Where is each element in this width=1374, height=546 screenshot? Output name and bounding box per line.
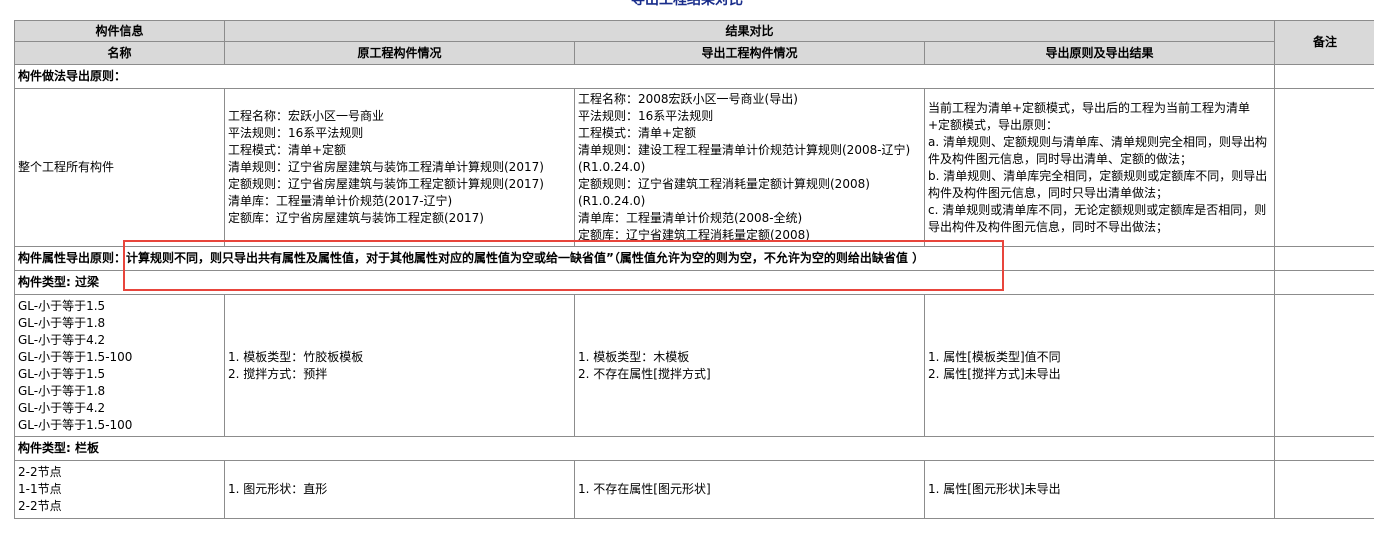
remark-cell [1274, 246, 1374, 271]
text-line: b. 清单规则、清单库完全相同，定额规则或定额库不同，则导出构件及构件图元信息，… [928, 168, 1268, 200]
remark-cell [1274, 460, 1374, 519]
text-line: 1. 图元形状：直形 [228, 482, 328, 496]
text-line: 工程模式：清单+定额 [228, 143, 347, 157]
text-line: 定额规则：辽宁省建筑工程消耗量定额计算规则(2008)(R1.0.24.0) [578, 177, 870, 208]
text-line: c. 清单规则或清单库不同，无论定额规则或定额库是否相同，则导出构件及构件图元信… [928, 202, 1267, 234]
text-line: 工程模式：清单+定额 [578, 126, 697, 140]
text-line: 定额库：辽宁省建筑工程消耗量定额(2008) [578, 228, 810, 242]
text-line: 当前工程为清单+定额模式，导出后的工程为当前工程为清单+定额模式，导出原则： [928, 100, 1251, 132]
text-line: 清单规则：辽宁省房屋建筑与装饰工程清单计算规则(2017) [228, 160, 544, 174]
section-title-lintel: 构件类型: 过梁 [13, 270, 1276, 295]
component-name: 2-2节点 [18, 499, 62, 513]
text-line: 1. 不存在属性[图元形状] [578, 482, 711, 496]
principle-cell: 1. 属性[模板类型]值不同 2. 属性[搅拌方式]未导出 [923, 294, 1276, 437]
component-name: GL-小于等于1.8 [18, 383, 106, 398]
text-line: 2. 属性[搅拌方式]未导出 [928, 366, 1061, 381]
section-row: 构件属性导出原则：计算规则不同，则只导出共有属性及属性值，对于其他属性对应的属性… [13, 246, 1374, 271]
section-title-method: 构件做法导出原则： [13, 64, 1276, 89]
table-row: 2-2节点 1-1节点 2-2节点 1. 图元形状：直形 1. 不存在属性[图元… [14, 460, 1374, 519]
text-line: 1. 模板类型：木模板 [578, 349, 690, 364]
text-line: 定额规则：辽宁省房屋建筑与装饰工程定额计算规则(2017) [228, 177, 544, 191]
component-name: GL-小于等于1.5 [18, 366, 106, 381]
header-remark: 备注 [1274, 20, 1374, 65]
report-title: 导出工程结果对比 [631, 0, 743, 8]
text-line: 清单库：工程量清单计价规范(2008-全统) [578, 211, 803, 225]
remark-cell [1274, 270, 1374, 295]
attribute-principle: 构件属性导出原则：计算规则不同，则只导出共有属性及属性值，对于其他属性对应的属性… [13, 246, 1276, 271]
table-row: 整个工程所有构件 工程名称：宏跃小区一号商业 平法规则：16系平法规则 工程模式… [14, 88, 1374, 247]
header-original: 原工程构件情况 [224, 41, 575, 65]
text-line: 1. 属性[模板类型]值不同 [928, 349, 1061, 364]
exported-cell: 1. 不存在属性[图元形状] [574, 460, 925, 519]
text-line: 平法规则：16系平法规则 [578, 109, 714, 123]
remark-cell [1274, 294, 1374, 437]
header-component-info: 构件信息 [14, 20, 225, 42]
remark-cell [1274, 64, 1374, 89]
text-line: 1. 属性[图元形状]未导出 [928, 482, 1061, 496]
component-name: GL-小于等于1.5-100 [18, 349, 133, 364]
header-row-1: 构件信息 结果对比 备注 [14, 20, 1374, 65]
exported-cell: 1. 模板类型：木模板 2. 不存在属性[搅拌方式] [574, 294, 925, 437]
text-line: a. 清单规则、定额规则与清单库、清单规则完全相同，则导出构件及构件图元信息，同… [928, 134, 1267, 166]
component-name: 2-2节点 [18, 465, 62, 479]
component-name: 整个工程所有构件 [14, 88, 225, 247]
text-line: 工程名称：宏跃小区一号商业 [228, 109, 385, 123]
component-name: GL-小于等于4.2 [18, 400, 106, 415]
component-name: GL-小于等于1.8 [18, 315, 106, 330]
text-line: 1. 模板类型：竹胶板模板 [228, 349, 364, 364]
table-row: GL-小于等于1.5 GL-小于等于1.8 GL-小于等于4.2 GL-小于等于… [14, 294, 1374, 437]
section-row: 构件类型: 栏板 [13, 436, 1374, 461]
text-line: 工程名称：2008宏跃小区一号商业(导出) [578, 92, 798, 106]
section-row: 构件类型: 过梁 [13, 270, 1374, 295]
exported-cell: 工程名称：2008宏跃小区一号商业(导出) 平法规则：16系平法规则 工程模式：… [574, 88, 925, 247]
remark-cell [1274, 88, 1374, 247]
component-names: 2-2节点 1-1节点 2-2节点 [14, 460, 225, 519]
component-name: GL-小于等于1.5-100 [18, 417, 133, 432]
text-line: 定额库：辽宁省房屋建筑与装饰工程定额(2017) [228, 211, 484, 225]
original-cell: 1. 模板类型：竹胶板模板 2. 搅拌方式：预拌 [224, 294, 575, 437]
header-principle: 导出原则及导出结果 [923, 41, 1276, 65]
text-line: 平法规则：16系平法规则 [228, 126, 364, 140]
original-cell: 工程名称：宏跃小区一号商业 平法规则：16系平法规则 工程模式：清单+定额 清单… [224, 88, 575, 247]
comparison-table: 构件信息 结果对比 备注 名称 原工程构件情况 导出工程构件情况 导出原则及导出… [13, 20, 1374, 519]
text-line: 清单库：工程量清单计价规范(2017-辽宁) [228, 194, 453, 208]
text-line: 2. 搅拌方式：预拌 [228, 366, 328, 381]
text-line: 清单规则：建设工程工程量清单计价规范计算规则(2008-辽宁)(R1.0.24.… [578, 143, 911, 174]
section-row: 构件做法导出原则： [13, 64, 1374, 89]
component-name: GL-小于等于4.2 [18, 332, 106, 347]
principle-cell: 当前工程为清单+定额模式，导出后的工程为当前工程为清单+定额模式，导出原则： a… [923, 88, 1276, 247]
original-cell: 1. 图元形状：直形 [224, 460, 575, 519]
section-title-parapet: 构件类型: 栏板 [13, 436, 1276, 461]
component-name: 1-1节点 [18, 482, 62, 496]
header-result-compare: 结果对比 [223, 20, 1276, 42]
component-names: GL-小于等于1.5 GL-小于等于1.8 GL-小于等于4.2 GL-小于等于… [14, 294, 225, 437]
remark-cell [1274, 436, 1374, 461]
header-exported: 导出工程构件情况 [574, 41, 925, 65]
header-name: 名称 [14, 41, 225, 65]
principle-cell: 1. 属性[图元形状]未导出 [923, 460, 1276, 519]
component-name: GL-小于等于1.5 [18, 298, 106, 313]
text-line: 2. 不存在属性[搅拌方式] [578, 366, 711, 381]
header-row-2: 名称 原工程构件情况 导出工程构件情况 导出原则及导出结果 [14, 41, 1374, 65]
